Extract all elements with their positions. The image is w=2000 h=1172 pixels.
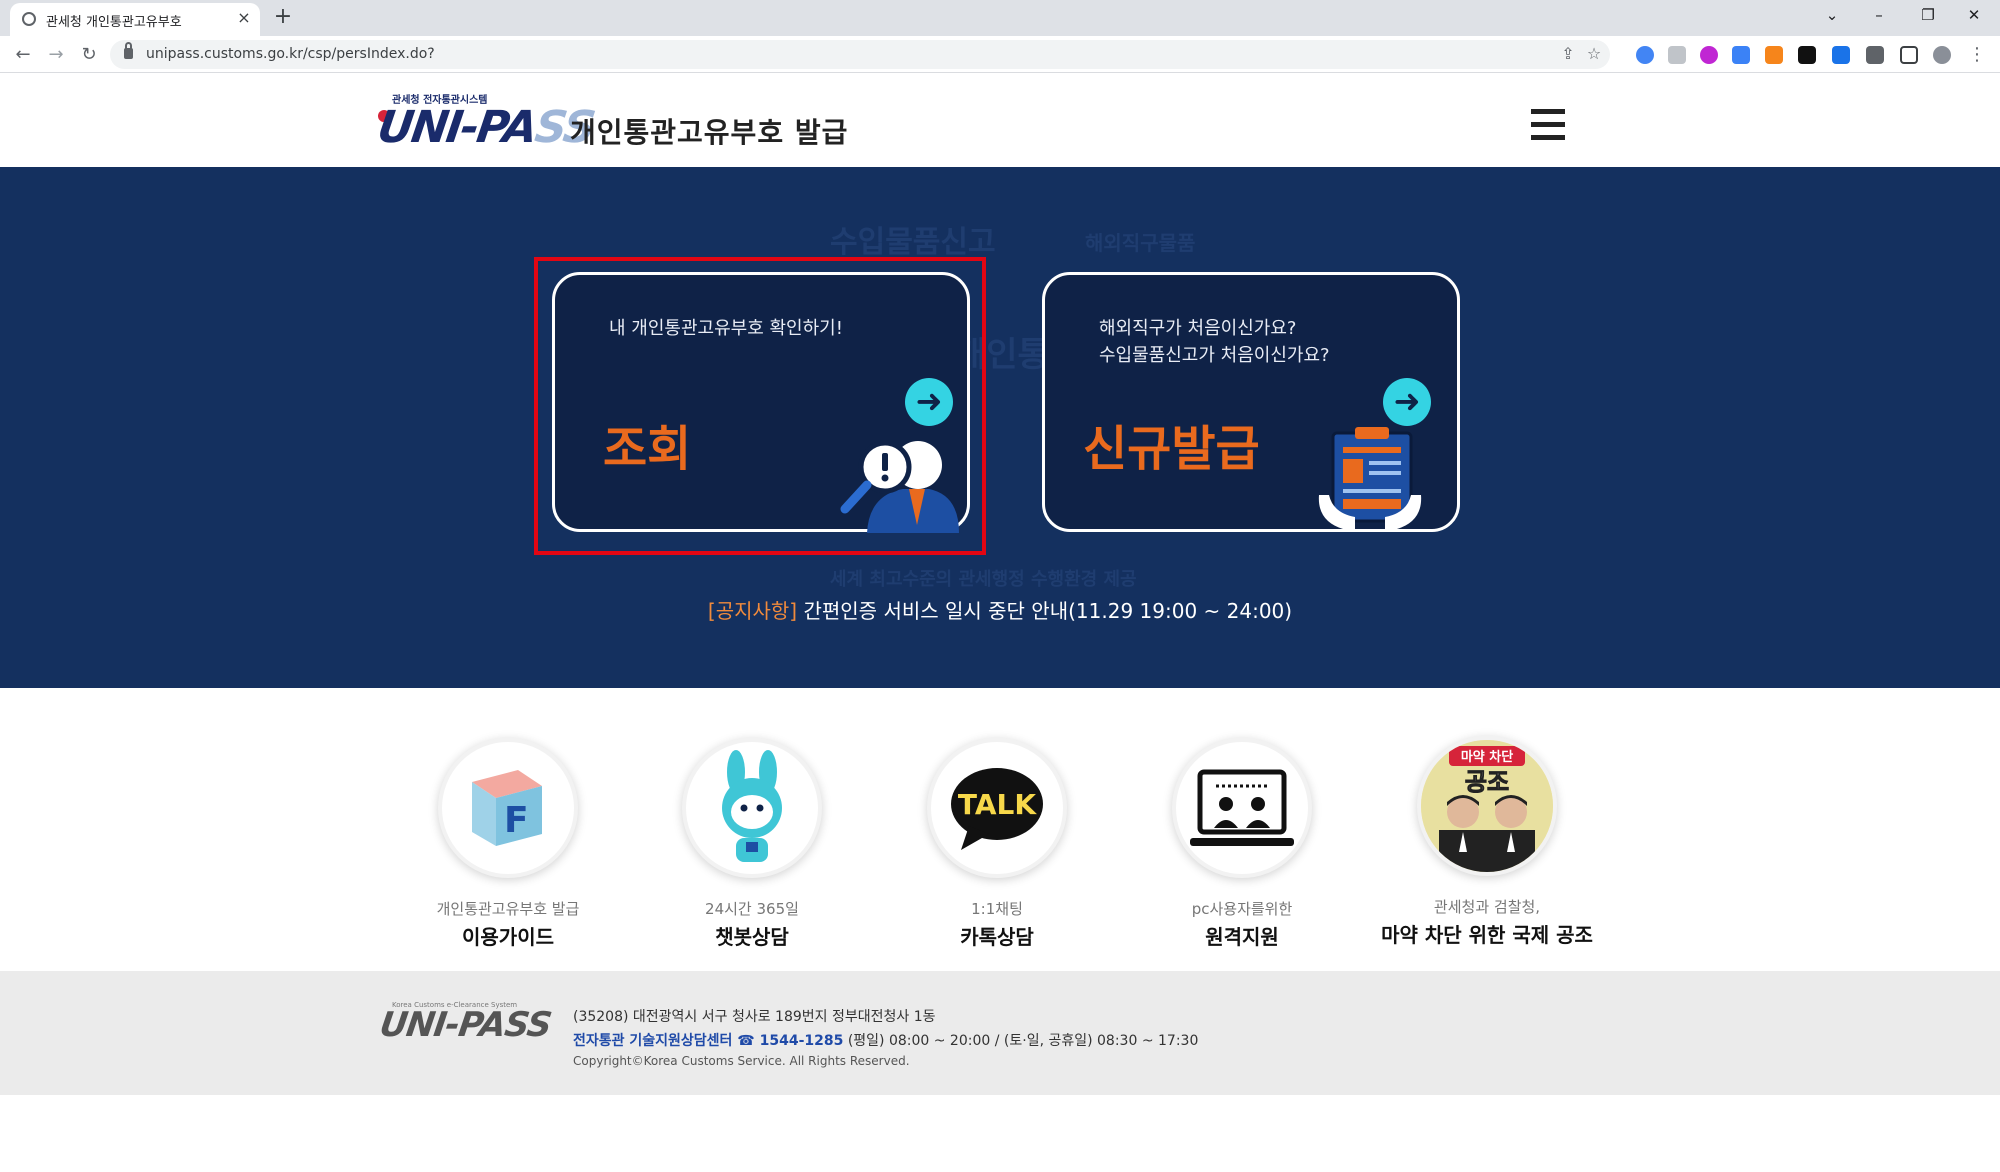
quick-item-remote[interactable]: pc사용자를위한 원격지원	[1112, 738, 1372, 950]
new-issue-card-title: 신규발급	[1083, 421, 1260, 477]
clipboard-hands-icon	[1318, 427, 1422, 529]
unipass-logo[interactable]: UNI-PASS	[374, 102, 596, 153]
quick-item-chatbot[interactable]: 24시간 365일 챗봇상담	[622, 738, 882, 950]
download-icon[interactable]	[1832, 46, 1850, 64]
tab-title: 관세청 개인통관고유부호	[46, 15, 182, 30]
side-panel-icon[interactable]	[1900, 46, 1918, 64]
hero-section: 수입물품신고 해외직구물품 개인통관 세계 최고수준의 관세행정 수행환경 제공…	[0, 167, 2000, 688]
extension-6-icon[interactable]	[1798, 46, 1816, 64]
page-title: 개인통관고유부호 발급	[570, 116, 849, 149]
extension-1-icon[interactable]	[1636, 46, 1654, 64]
reload-icon[interactable]: ↻	[76, 42, 102, 68]
new-issue-card-subtitle: 해외직구가 처음이신가요? 수입물품신고가 처음이신가요?	[1099, 318, 1330, 366]
address-toolbar: ← → ↻ unipass.customs.go.kr/csp/persInde…	[0, 36, 2000, 73]
back-arrow-icon[interactable]: ←	[10, 42, 36, 68]
quick-item-kakaotalk[interactable]: TALK 1:1채팅 카톡상담	[867, 738, 1127, 950]
campaign-photo-icon: 마약 차단 공조	[1417, 736, 1557, 876]
browser-tab-bar: 관세청 개인통관고유부호 × + ⌄ – ❐ ✕	[0, 0, 2000, 36]
footer-support-center: 전자통관 기술지원상담센터 ☎ 1544-1285 (평일) 08:00 ~ 2…	[573, 1030, 1198, 1050]
quick-menu: F 개인통관고유부호 발급 이용가이드 24시간 365일 챗봇상담 TALK …	[0, 688, 2000, 971]
quick-item-label: 이용가이드	[462, 925, 554, 949]
campaign-badge-text: 마약 차단	[1461, 749, 1513, 765]
watermark-text: 수입물품신고	[830, 225, 996, 260]
quick-item-sub: 1:1채팅	[971, 900, 1023, 918]
quick-item-sub: 개인통관고유부호 발급	[436, 900, 580, 918]
notice-tag: [공지사항]	[707, 599, 798, 623]
guide-cube-letter: F	[504, 800, 529, 841]
extension-2-icon[interactable]	[1668, 46, 1686, 64]
quick-item-label: 카톡상담	[960, 925, 1034, 949]
maximize-button[interactable]: ❐	[1914, 4, 1942, 26]
quick-item-guide[interactable]: F 개인통관고유부호 발급 이용가이드	[378, 738, 638, 950]
hamburger-menu-icon[interactable]	[1531, 109, 1565, 141]
globe-icon	[22, 12, 36, 26]
selection-highlight-box	[534, 257, 986, 555]
share-icon[interactable]: ⇪	[1558, 44, 1578, 63]
quick-item-label: 마약 차단 위한 국제 공조	[1381, 923, 1593, 947]
watermark-text: 세계 최고수준의 관세행정 수행환경 제공	[830, 569, 1137, 590]
logo-uni: UNI-PA	[374, 102, 540, 153]
tab-close-icon[interactable]: ×	[234, 8, 254, 27]
close-window-button[interactable]: ✕	[1960, 4, 1988, 26]
puzzle-extensions-icon[interactable]	[1866, 46, 1884, 64]
kakaotalk-talk-text: TALK	[958, 788, 1037, 821]
quick-item-campaign[interactable]: 마약 차단 공조 관세청과 검찰청, 마약 차단 위한 국제 공조	[1357, 736, 1617, 948]
quick-item-sub: 24시간 365일	[705, 900, 799, 918]
tab-search-icon[interactable]: ⌄	[1818, 4, 1846, 26]
remote-monitor-icon	[1172, 738, 1312, 878]
quick-item-label: 챗봇상담	[715, 925, 789, 949]
quick-item-sub: pc사용자를위한	[1191, 900, 1293, 918]
browser-tab[interactable]: 관세청 개인통관고유부호 ×	[10, 3, 260, 36]
footer-logo: UNI-PASS	[377, 1005, 554, 1045]
quick-item-label: 원격지원	[1205, 925, 1279, 949]
arrow-right-icon[interactable]: ➜	[1383, 378, 1431, 426]
chatbot-rabbit-icon	[682, 738, 822, 878]
url-text[interactable]: unipass.customs.go.kr/csp/persIndex.do?	[146, 46, 435, 62]
bookmark-star-icon[interactable]: ☆	[1584, 44, 1604, 63]
minimize-button[interactable]: –	[1865, 4, 1893, 26]
notice-banner[interactable]: [공지사항] 간편인증 서비스 일시 중단 안내(11.29 19:00 ~ 2…	[0, 595, 2000, 624]
lock-icon	[124, 42, 133, 59]
support-center-phone[interactable]: 전자통관 기술지원상담센터 ☎ 1544-1285	[573, 1033, 843, 1049]
footer-copyright: Copyright©Korea Customs Service. All Rig…	[573, 1054, 910, 1068]
extension-4-icon[interactable]	[1732, 46, 1750, 64]
new-issue-card[interactable]: 해외직구가 처음이신가요? 수입물품신고가 처음이신가요? 신규발급 ➜	[1042, 272, 1460, 532]
address-bar[interactable]: unipass.customs.go.kr/csp/persIndex.do? …	[110, 40, 1610, 69]
notice-text: 간편인증 서비스 일시 중단 안내(11.29 19:00 ~ 24:00)	[797, 599, 1293, 623]
quick-item-sub: 관세청과 검찰청,	[1433, 898, 1541, 916]
site-header: 관세청 전자통관시스템 UNI-PASS 개인통관고유부호 발급	[0, 74, 2000, 167]
extension-3-icon[interactable]	[1700, 46, 1718, 64]
new-tab-button[interactable]: +	[270, 3, 296, 31]
metamask-icon[interactable]	[1765, 46, 1783, 64]
footer: Korea Customs e-Clearance System UNI-PAS…	[0, 971, 2000, 1095]
support-center-hours: (평일) 08:00 ~ 20:00 / (토·일, 공휴일) 08:30 ~ …	[843, 1033, 1199, 1049]
guide-cube-icon: F	[438, 738, 578, 878]
profile-avatar[interactable]	[1933, 46, 1951, 64]
watermark-text: 해외직구물품	[1085, 231, 1196, 255]
kakaotalk-icon: TALK	[927, 738, 1067, 878]
kebab-menu-icon[interactable]: ⋮	[1964, 42, 1990, 68]
forward-arrow-icon[interactable]: →	[43, 42, 69, 68]
footer-address: (35208) 대전광역시 서구 청사로 189번지 정부대전청사 1동	[573, 1009, 936, 1025]
campaign-title-text: 공조	[1465, 768, 1509, 796]
